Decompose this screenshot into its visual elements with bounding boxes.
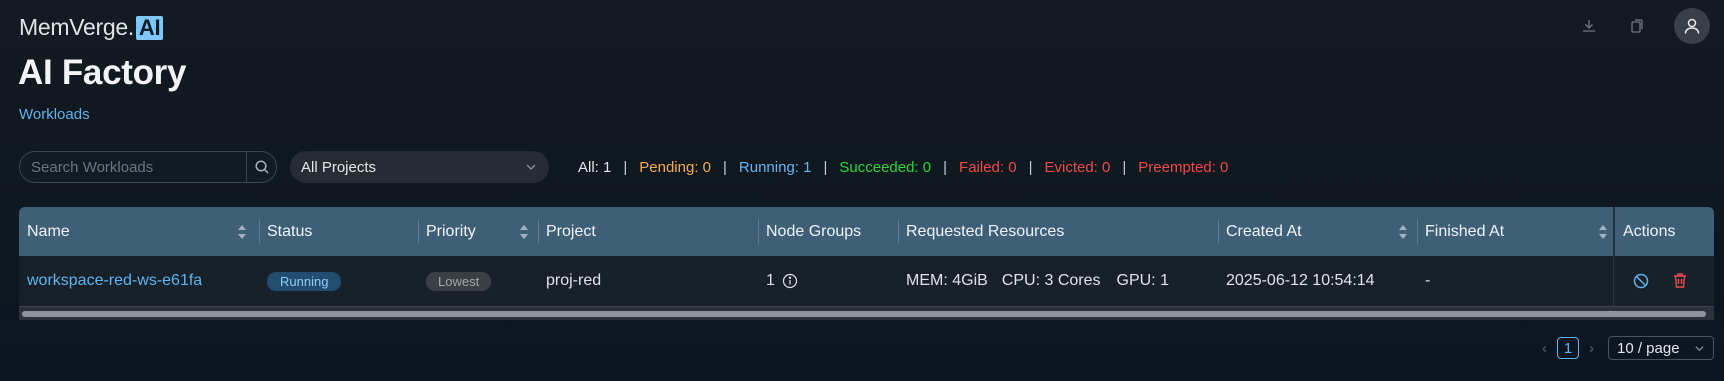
- sort-icon[interactable]: [1598, 223, 1608, 241]
- stop-icon[interactable]: [1633, 273, 1649, 289]
- next-page-icon[interactable]: ›: [1589, 340, 1594, 357]
- column-header-created-at[interactable]: Created At: [1218, 207, 1302, 256]
- column-label: Actions: [1623, 222, 1676, 240]
- cell-name: workspace-red-ws-e61fa: [19, 256, 202, 306]
- logo-badge: AI: [135, 15, 164, 40]
- column-header-priority[interactable]: Priority: [418, 207, 476, 256]
- app-logo: MemVerge. AI: [19, 14, 164, 41]
- column-header-node-groups[interactable]: Node Groups: [758, 207, 861, 256]
- sort-icon[interactable]: [1398, 223, 1408, 241]
- sort-icon[interactable]: [237, 223, 247, 241]
- node-groups-value: 1: [766, 272, 775, 289]
- page-number-current[interactable]: 1: [1557, 337, 1579, 359]
- count-separator: |: [1028, 158, 1033, 176]
- horizontal-scrollbar[interactable]: [19, 306, 1714, 320]
- download-icon[interactable]: [1578, 15, 1600, 37]
- copy-icon[interactable]: [1626, 15, 1648, 37]
- delete-icon[interactable]: [1672, 272, 1688, 289]
- info-icon[interactable]: [782, 273, 798, 289]
- workloads-table: Name Status Priority Project Node Groups…: [19, 207, 1714, 320]
- sort-icon[interactable]: [519, 223, 529, 241]
- user-icon: [1684, 18, 1700, 34]
- table-header: Name Status Priority Project Node Groups…: [19, 207, 1714, 256]
- cell-node-groups: 1: [758, 256, 798, 306]
- page-size-value: 10 / page: [1617, 339, 1680, 357]
- workload-toolbar: All Projects All: 1 | Pending: 0 | Runni…: [19, 151, 1228, 183]
- page-size-select[interactable]: 10 / page: [1608, 336, 1714, 360]
- count-evicted[interactable]: Evicted: 0: [1044, 159, 1110, 176]
- count-separator: |: [623, 158, 628, 176]
- project-filter-select[interactable]: All Projects: [290, 151, 549, 183]
- count-all[interactable]: All: 1: [578, 159, 611, 176]
- status-badge: Running: [267, 271, 342, 291]
- scrollbar-thumb[interactable]: [22, 311, 1706, 317]
- search-box: [19, 151, 277, 183]
- prev-page-icon[interactable]: ‹: [1542, 340, 1547, 357]
- cell-requested-resources: MEM: 4GiB CPU: 3 Cores GPU: 1: [898, 256, 1169, 306]
- priority-badge: Lowest: [426, 271, 492, 291]
- column-label: Status: [267, 222, 313, 240]
- count-succeeded[interactable]: Succeeded: 0: [839, 159, 931, 176]
- count-pending[interactable]: Pending: 0: [639, 159, 711, 176]
- column-label: Project: [546, 222, 596, 240]
- cell-created-at: 2025-06-12 10:54:14: [1218, 256, 1375, 306]
- cell-project: proj-red: [538, 256, 601, 306]
- created-at-value: 2025-06-12 10:54:14: [1226, 272, 1375, 289]
- cell-status: Running: [259, 256, 342, 306]
- cell-finished-at: -: [1417, 256, 1430, 306]
- table-row: workspace-red-ws-e61fa Running Lowest pr…: [19, 256, 1714, 306]
- count-separator: |: [943, 158, 948, 176]
- search-input[interactable]: [20, 152, 246, 182]
- project-value: proj-red: [546, 272, 602, 289]
- status-counts: All: 1 | Pending: 0 | Running: 1 | Succe…: [578, 159, 1228, 176]
- column-label: Requested Resources: [906, 222, 1065, 240]
- workload-name-link[interactable]: workspace-red-ws-e61fa: [27, 272, 202, 290]
- chevron-down-icon: [526, 164, 536, 170]
- column-header-status[interactable]: Status: [259, 207, 312, 256]
- search-button[interactable]: [246, 152, 276, 182]
- column-header-project[interactable]: Project: [538, 207, 596, 256]
- resource-cpu: CPU: 3 Cores: [1001, 272, 1101, 289]
- project-filter-value: All Projects: [301, 158, 377, 176]
- resource-gpu: GPU: 1: [1116, 272, 1169, 289]
- breadcrumb-workloads[interactable]: Workloads: [19, 106, 90, 123]
- count-running[interactable]: Running: 1: [739, 159, 812, 176]
- column-label: Finished At: [1425, 222, 1505, 240]
- column-label: Name: [27, 222, 70, 240]
- cell-priority: Lowest: [418, 256, 492, 306]
- count-separator: |: [1122, 158, 1127, 176]
- column-header-actions: Actions: [1615, 207, 1675, 256]
- column-header-name[interactable]: Name: [19, 207, 70, 256]
- pagination: ‹ 1 › 10 / page: [1542, 336, 1714, 360]
- count-preempted[interactable]: Preempted: 0: [1138, 159, 1228, 176]
- count-failed[interactable]: Failed: 0: [959, 159, 1017, 176]
- column-label: Created At: [1226, 222, 1302, 240]
- column-header-requested-resources[interactable]: Requested Resources: [898, 207, 1064, 256]
- column-header-finished-at[interactable]: Finished At: [1417, 207, 1504, 256]
- user-avatar[interactable]: [1674, 8, 1710, 44]
- resource-mem: MEM: 4GiB: [906, 272, 988, 289]
- logo-text: MemVerge.: [19, 14, 134, 40]
- header-actions: [1578, 8, 1710, 44]
- cell-actions: [1613, 256, 1714, 306]
- column-label: Node Groups: [766, 222, 862, 240]
- count-separator: |: [723, 158, 727, 176]
- count-separator: |: [823, 158, 828, 176]
- finished-at-value: -: [1425, 272, 1431, 289]
- search-icon: [254, 160, 269, 174]
- chevron-down-icon: [1695, 345, 1704, 351]
- column-label: Priority: [426, 222, 476, 240]
- page-title: AI Factory: [18, 53, 187, 92]
